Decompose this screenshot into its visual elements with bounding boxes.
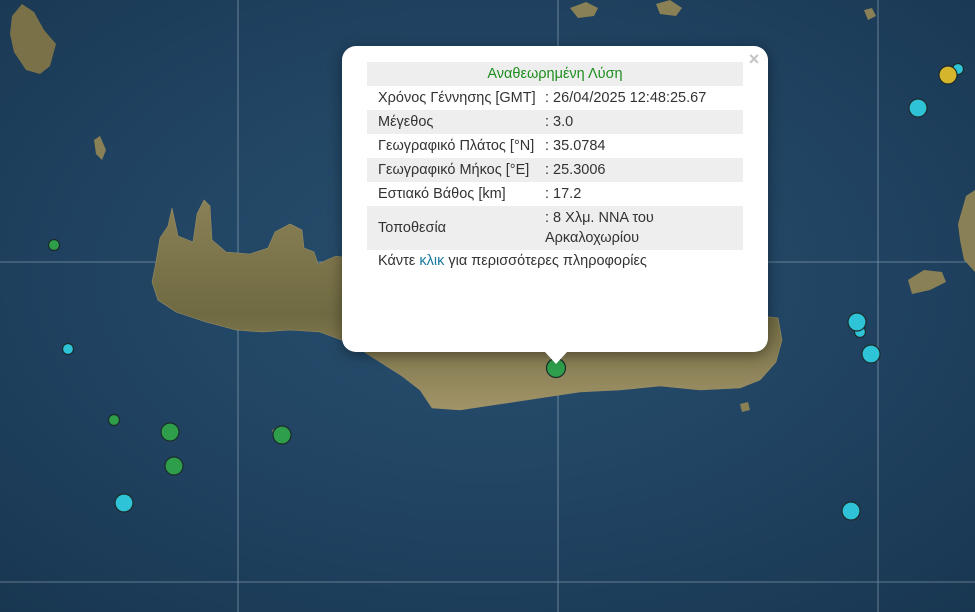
quake-details-table: Αναθεωρημένη Λύση Χρόνος Γέννησης [GMT] … xyxy=(367,62,743,250)
detail-row: Γεωγραφικό Πλάτος [°N] : 35.0784 xyxy=(367,134,743,158)
popup-header-row: Αναθεωρημένη Λύση xyxy=(367,62,743,86)
quake-marker[interactable] xyxy=(938,65,958,85)
quake-marker[interactable] xyxy=(908,98,928,118)
detail-row: Εστιακό Βάθος [km] : 17.2 xyxy=(367,182,743,206)
detail-label: Χρόνος Γέννησης [GMT] xyxy=(378,90,536,106)
quake-marker[interactable] xyxy=(61,342,75,356)
quake-marker[interactable] xyxy=(107,413,121,427)
quake-marker[interactable] xyxy=(47,238,61,252)
detail-label: Γεωγραφικό Μήκος [°E] xyxy=(367,158,543,182)
popup-footer: Κάντε κλικ για περισσότερες πληροφορίες xyxy=(367,250,744,269)
more-info-link[interactable]: κλικ xyxy=(419,253,444,269)
detail-label: Τοποθεσία xyxy=(367,206,543,250)
quake-marker[interactable] xyxy=(841,501,861,521)
detail-row: Χρόνος Γέννησης [GMT] : 26/04/2025 12:48… xyxy=(367,86,743,110)
footer-text-before: Κάντε xyxy=(378,253,420,269)
popup-tip xyxy=(545,352,567,364)
detail-value: : 17.2 xyxy=(545,186,582,202)
earthquake-popup: × Αναθεωρημένη Λύση Χρόνος Γέννησης [GMT… xyxy=(342,46,768,364)
quake-marker[interactable] xyxy=(272,425,292,445)
quake-marker[interactable] xyxy=(861,344,881,364)
detail-row: Γεωγραφικό Μήκος [°E] : 25.3006 xyxy=(367,158,743,182)
detail-value: : 3.0 xyxy=(543,110,743,134)
detail-value: : 26/04/2025 12:48:25.67 xyxy=(545,90,707,106)
quake-marker[interactable] xyxy=(160,422,180,442)
quake-marker[interactable] xyxy=(847,312,867,332)
detail-label: Μέγεθος xyxy=(367,110,543,134)
detail-row: Τοποθεσία : 8 Χλμ. ΝΝΑ του Αρκαλοχωρίου xyxy=(367,206,743,250)
detail-row: Μέγεθος : 3.0 xyxy=(367,110,743,134)
quake-marker[interactable] xyxy=(114,493,134,513)
quake-marker[interactable] xyxy=(164,456,184,476)
detail-value: : 8 Χλμ. ΝΝΑ του Αρκαλοχωρίου xyxy=(543,206,743,250)
close-icon[interactable]: × xyxy=(746,50,762,68)
detail-value: : 25.3006 xyxy=(543,158,743,182)
popup-header: Αναθεωρημένη Λύση xyxy=(367,62,743,86)
footer-text-after: για περισσότερες πληροφορίες xyxy=(444,253,647,269)
detail-label: Εστιακό Βάθος [km] xyxy=(378,186,506,202)
detail-label: Γεωγραφικό Πλάτος [°N] xyxy=(378,138,535,154)
detail-value: : 35.0784 xyxy=(545,138,606,154)
